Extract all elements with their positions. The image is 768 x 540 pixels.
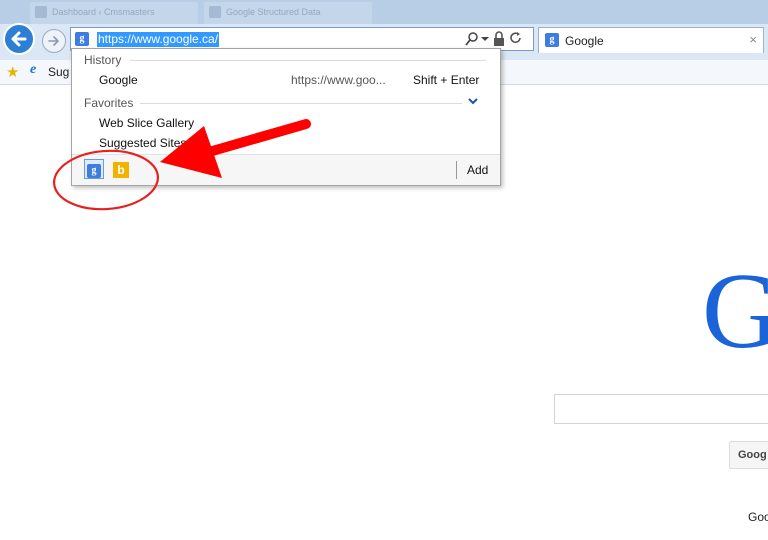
- favorites-bar-item-label[interactable]: Sug: [48, 65, 69, 79]
- google-search-icon: g: [87, 164, 101, 178]
- tab-google[interactable]: g Google ×: [538, 27, 764, 53]
- footer-link[interactable]: Goo: [748, 510, 768, 524]
- favorites-header: Favorites: [84, 96, 134, 110]
- forward-arrow-icon: [48, 36, 59, 46]
- history-item-google[interactable]: Google: [99, 73, 138, 87]
- google-logo: G: [702, 252, 768, 371]
- favorites-item-suggested-sites[interactable]: Suggested Sites: [99, 136, 186, 150]
- back-button[interactable]: [3, 23, 35, 55]
- url-text[interactable]: https://www.google.ca/: [97, 32, 220, 47]
- divider: [456, 161, 457, 179]
- tab-title: Google: [565, 34, 604, 48]
- bing-provider-button[interactable]: b: [113, 162, 129, 178]
- background-tab-title: Google Structured Data: [226, 7, 321, 17]
- history-item-url: https://www.goo...: [291, 73, 386, 87]
- tab-favicon-icon: [209, 6, 221, 18]
- tab-favicon-icon: [35, 6, 47, 18]
- divider: [130, 60, 486, 61]
- search-provider-bar: g b Add: [72, 154, 500, 185]
- favorites-star-icon[interactable]: ★: [6, 63, 19, 81]
- favorites-item-web-slice-gallery[interactable]: Web Slice Gallery: [99, 116, 194, 130]
- chevron-down-icon[interactable]: [468, 97, 478, 108]
- background-tab-structured-data[interactable]: Google Structured Data: [204, 2, 372, 24]
- google-search-button[interactable]: Goog: [729, 441, 768, 469]
- history-item-shortcut: Shift + Enter: [413, 73, 480, 87]
- close-tab-icon[interactable]: ×: [749, 32, 757, 47]
- dropdown-arrow-icon[interactable]: [481, 33, 489, 48]
- add-provider-button[interactable]: Add: [467, 163, 488, 177]
- address-dropdown: History Google https://www.goo... Shift …: [71, 48, 501, 186]
- google-search-input[interactable]: [554, 394, 768, 424]
- google-favicon-icon: g: [75, 32, 89, 46]
- back-arrow-icon: [11, 31, 27, 47]
- google-provider-button[interactable]: g: [84, 159, 104, 179]
- background-tab-title: Dashboard ‹ Cmsmasters: [52, 7, 155, 17]
- divider: [140, 103, 462, 104]
- history-header: History: [84, 53, 122, 67]
- ie-icon: e: [30, 62, 37, 77]
- background-tab-dashboard[interactable]: Dashboard ‹ Cmsmasters: [30, 2, 198, 24]
- bing-icon: b: [117, 163, 125, 177]
- refresh-icon[interactable]: [509, 31, 523, 50]
- forward-button[interactable]: [42, 29, 66, 53]
- google-favicon-icon: g: [545, 33, 559, 47]
